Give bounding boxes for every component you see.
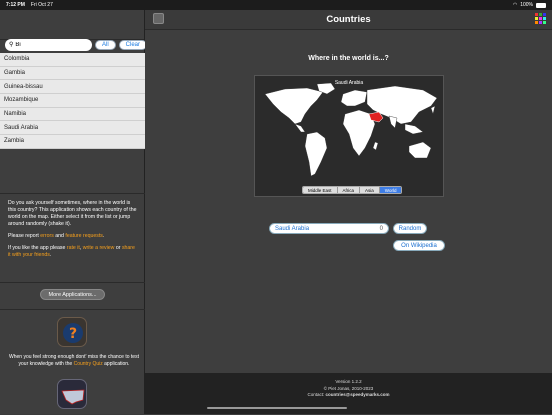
errors-link[interactable]: errors (40, 233, 54, 239)
list-item[interactable]: Gambia (0, 66, 145, 81)
answer-country: Saudi Arabia (275, 225, 310, 232)
divider (0, 282, 145, 283)
search-field[interactable]: ⚲ (5, 38, 92, 51)
divider (0, 193, 145, 194)
us-map-icon (61, 389, 85, 405)
app-description: Do you ask yourself sometimes, where in … (8, 200, 138, 264)
sidebar-header (0, 10, 144, 40)
region-world[interactable]: World (379, 187, 402, 193)
south-america (304, 131, 328, 177)
country-list: Colombia Gambia Guinea-bissau Mozambique… (0, 53, 145, 149)
search-input[interactable] (15, 41, 86, 48)
all-button[interactable]: All (95, 39, 116, 50)
rate-link[interactable]: rate it (67, 245, 80, 251)
world-map-svg (264, 82, 438, 177)
description-text: Do you ask yourself sometimes, where in … (8, 200, 137, 227)
contact-text: Contact: countries@speedymarks.com (307, 392, 390, 397)
list-item[interactable]: Zambia (0, 135, 145, 149)
wifi-icon: ◠ (512, 2, 518, 8)
nav-bar: Countries (145, 10, 552, 30)
review-link[interactable]: write a review (83, 245, 115, 251)
more-applications-button[interactable]: More Applications... (40, 289, 105, 300)
region-selector: Middle East Africa Asia World (302, 186, 403, 194)
question-mark-icon: ? (63, 323, 83, 343)
list-item[interactable]: Mozambique (0, 94, 145, 108)
search-icon: ⚲ (9, 42, 14, 48)
question-heading: Where in the world is...? (308, 55, 389, 62)
divider (0, 309, 145, 310)
southeast-asia (404, 123, 424, 135)
madagascar (372, 141, 379, 151)
north-america (264, 87, 324, 125)
svg-text:?: ? (69, 326, 77, 342)
region-middle-east[interactable]: Middle East (303, 187, 338, 193)
europe (340, 89, 368, 107)
random-button[interactable]: Random (393, 223, 427, 234)
contact-email[interactable]: countries@speedymarks.com (326, 392, 390, 397)
country-quiz-app-icon[interactable]: ? (57, 317, 87, 347)
home-indicator[interactable] (207, 407, 347, 409)
rate-text: If you like the app please rate it, writ… (8, 245, 135, 258)
region-africa[interactable]: Africa (337, 187, 361, 193)
world-map[interactable]: Saudi Arabia Middle East Africa Asia Wor… (254, 75, 444, 197)
quiz-area: Where in the world is...? Saudi Arabia M… (145, 30, 552, 373)
status-battery-text: 100% (520, 2, 533, 8)
map-icon[interactable] (153, 13, 164, 24)
india (388, 115, 398, 129)
region-asia[interactable]: Asia (360, 187, 380, 193)
flags-grid-icon[interactable] (535, 13, 546, 24)
japan (430, 105, 436, 115)
status-bar: 7:12 PM Fri Oct 27 ◠ 100% (0, 0, 552, 10)
feature-requests-link[interactable]: feature requests (65, 233, 103, 239)
status-time: 7:12 PM (6, 2, 25, 8)
list-item[interactable]: Saudi Arabia (0, 121, 145, 136)
wikipedia-button[interactable]: On Wikipedia (393, 240, 445, 251)
list-item[interactable]: Namibia (0, 107, 145, 122)
report-text: Please report errors and feature request… (8, 233, 105, 239)
list-item[interactable]: Colombia (0, 53, 145, 67)
clear-button[interactable]: Clear (118, 39, 148, 50)
list-item[interactable]: Guinea-bissau (0, 80, 145, 95)
status-date: Fri Oct 27 (30, 2, 53, 8)
us-states-app-icon[interactable] (57, 379, 87, 409)
australia (408, 141, 432, 159)
answer-field[interactable]: Saudi Arabia 0 (269, 223, 389, 234)
country-quiz-promo: When you feel strong enough dont' miss t… (9, 354, 139, 367)
page-title: Countries (326, 14, 371, 25)
central-america (294, 123, 306, 133)
battery-icon (536, 2, 546, 8)
country-quiz-link[interactable]: Country Quiz (74, 361, 103, 367)
search-bar: ⚲ All Clear (5, 38, 148, 51)
main-panel: Countries Where in the world is...? Saud… (145, 10, 552, 414)
answer-count: 0 (379, 225, 383, 232)
